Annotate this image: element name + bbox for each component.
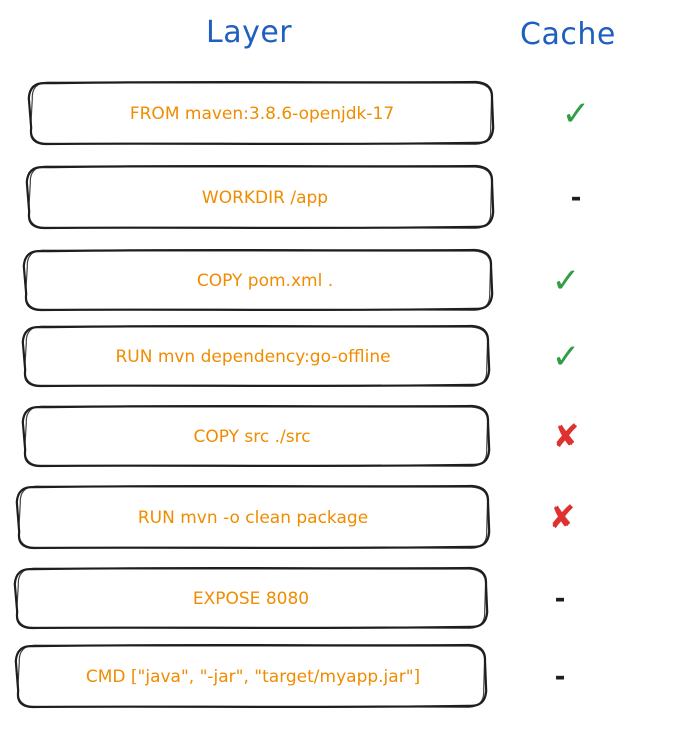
layer-label: FROM maven:3.8.6-openjdk-17 bbox=[130, 104, 394, 124]
layer-diagram: FROM maven:3.8.6-openjdk-17 ✓ WORKDIR /app… bbox=[13, 80, 591, 709]
dash-icon: - bbox=[571, 183, 582, 213]
layer-label: CMD ["java", "-jar", "target/myapp.jar"] bbox=[86, 667, 420, 687]
layer-row: COPY pom.xml . ✓ bbox=[22, 248, 581, 312]
check-icon: ✓ bbox=[562, 94, 591, 134]
layer-row: RUN mvn -o clean package ✘ bbox=[15, 484, 576, 550]
check-icon: ✓ bbox=[552, 261, 581, 301]
layer-label: COPY pom.xml . bbox=[197, 271, 333, 291]
layer-row: EXPOSE 8080 - bbox=[13, 566, 566, 630]
check-icon: ✓ bbox=[552, 337, 581, 377]
cross-icon: ✘ bbox=[549, 498, 576, 536]
layer-row: RUN mvn dependency:go-offline ✓ bbox=[21, 324, 581, 388]
layer-label: WORKDIR /app bbox=[202, 188, 328, 208]
dash-icon: - bbox=[555, 584, 566, 614]
layer-label: COPY src ./src bbox=[193, 427, 310, 447]
layer-label: RUN mvn -o clean package bbox=[138, 508, 368, 528]
layer-row: FROM maven:3.8.6-openjdk-17 ✓ bbox=[27, 80, 591, 146]
layer-label: RUN mvn dependency:go-offline bbox=[115, 347, 390, 367]
layer-row: WORKDIR /app - bbox=[25, 164, 582, 230]
layer-row: CMD ["java", "-jar", "target/myapp.jar"]… bbox=[14, 643, 566, 709]
dash-icon: - bbox=[555, 662, 566, 692]
layer-row: COPY src ./src ✘ bbox=[21, 404, 580, 468]
layer-label: EXPOSE 8080 bbox=[193, 589, 309, 609]
cross-icon: ✘ bbox=[553, 417, 580, 455]
